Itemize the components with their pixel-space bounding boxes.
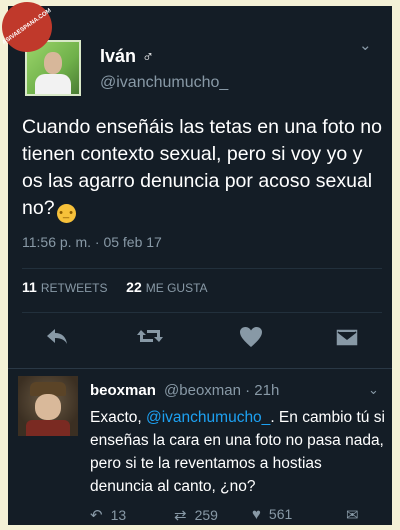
direct-message-icon[interactable]: ✉ [346, 506, 367, 524]
tweet-stats: 11 RETWEETS 22 ME GUSTA [22, 279, 208, 295]
heart-icon[interactable] [236, 326, 266, 354]
divider [8, 368, 392, 369]
avatar-body-shape [35, 74, 71, 94]
avatar-coat-shape [26, 420, 70, 436]
author-name[interactable]: Iván ♂ [100, 46, 154, 67]
reply-author-handle[interactable]: @beoxman [164, 382, 241, 399]
reply-reply-action[interactable]: ↶ 13 [90, 506, 126, 524]
tweet-timestamp[interactable]: 11:56 p. m. · 05 feb 17 [22, 234, 162, 250]
divider [22, 268, 382, 269]
reply-text-start: Exacto, [90, 409, 146, 426]
reply-replies-count: 13 [110, 507, 127, 523]
mention-link[interactable]: @ivanchumucho_ [146, 409, 270, 426]
retweets-count: 11 [22, 279, 37, 295]
male-symbol-icon: ♂ [142, 49, 155, 66]
reply-header: beoxman @beoxman · 21h [90, 382, 279, 399]
likes-count: 22 [126, 279, 142, 295]
heart-icon: ♥ [252, 506, 261, 523]
direct-message-icon[interactable] [332, 326, 362, 354]
author-name-text: Iván [100, 46, 137, 66]
likes-label: ME GUSTA [145, 281, 208, 295]
reply-icon[interactable] [42, 326, 72, 352]
retweets-stat[interactable]: 11 RETWEETS [22, 279, 108, 295]
reply-retweets-count: 259 [194, 507, 218, 523]
author-handle[interactable]: @ivanchumucho_ [100, 74, 228, 92]
unamused-face-icon: •_• [56, 204, 76, 223]
chevron-down-icon[interactable]: ⌄ [359, 36, 372, 54]
reply-text: Exacto, @ivanchumucho_. En cambio tú si … [90, 406, 386, 498]
avatar-face-shape [35, 394, 61, 420]
reply-icon: ↶ [90, 507, 103, 524]
reply-likes-count: 561 [268, 506, 293, 522]
reply-retweet-action[interactable]: ⇄ 259 [174, 506, 218, 524]
tweet-text-body: Cuando enseñáis las tetas en una foto no… [22, 116, 382, 219]
chevron-down-icon[interactable]: ⌄ [368, 382, 379, 398]
reply-author-name[interactable]: beoxman [90, 382, 156, 399]
retweets-label: RETWEETS [40, 281, 108, 295]
divider [22, 312, 382, 313]
likes-stat[interactable]: 22 ME GUSTA [126, 279, 208, 295]
retweet-icon[interactable] [135, 326, 165, 352]
retweet-icon: ⇄ [174, 507, 187, 524]
reply-time[interactable]: · 21h [245, 382, 279, 399]
tweet-text: Cuando enseñáis las tetas en una foto no… [22, 114, 387, 223]
tweet-card: Iván ♂ @ivanchumucho_ ⌄ Cuando enseñáis l… [8, 6, 392, 525]
avatar-head-shape [44, 52, 62, 74]
reply-author-avatar[interactable] [18, 376, 78, 436]
reply-like-action[interactable]: ♥ 561 [252, 506, 292, 523]
